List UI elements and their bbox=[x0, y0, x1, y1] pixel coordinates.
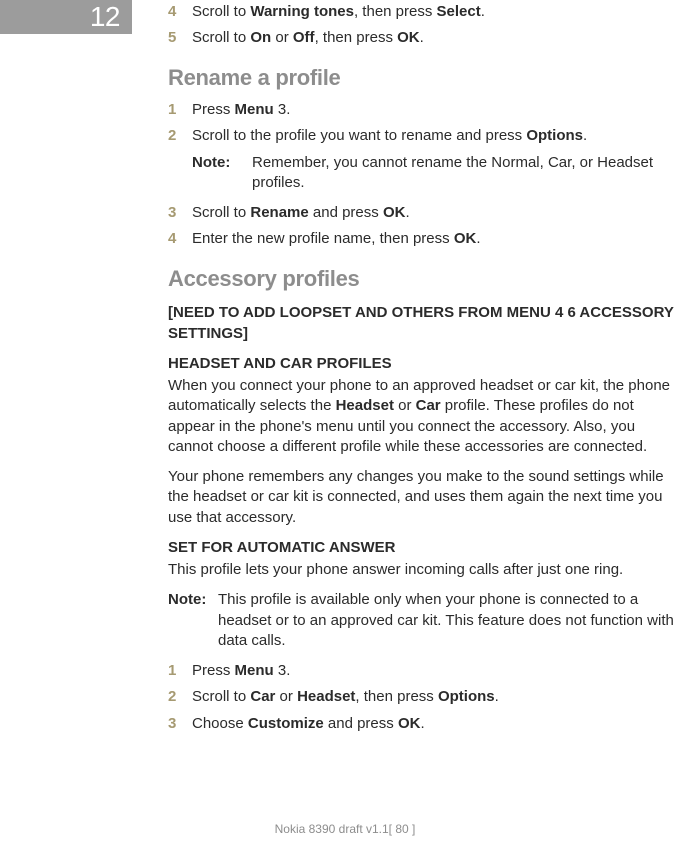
bold-text: Headset bbox=[336, 397, 394, 414]
step-text: Press Menu 3. bbox=[192, 661, 690, 681]
step-item: 4 Enter the new profile name, then press… bbox=[168, 229, 690, 249]
bold-text: Select bbox=[437, 3, 481, 20]
text: or bbox=[394, 397, 416, 414]
step-item: 2 Scroll to the profile you want to rena… bbox=[168, 126, 690, 146]
section-heading-rename: Rename a profile bbox=[168, 63, 690, 93]
step-number: 2 bbox=[168, 126, 192, 146]
text: . bbox=[495, 688, 499, 705]
bold-text: Off bbox=[293, 29, 315, 46]
bold-text: Menu bbox=[235, 662, 274, 679]
section-heading-accessory: Accessory profiles bbox=[168, 264, 690, 294]
text: or bbox=[275, 688, 297, 705]
note-label: Note: bbox=[168, 590, 218, 651]
subsection-heading-auto-answer: SET FOR AUTOMATIC ANSWER bbox=[168, 538, 690, 558]
text: Scroll to bbox=[192, 3, 250, 20]
bold-text: OK bbox=[383, 204, 406, 221]
text: Scroll to bbox=[192, 688, 250, 705]
subsection-heading-headset-car: HEADSET AND CAR PROFILES bbox=[168, 354, 690, 374]
bold-text: On bbox=[250, 29, 271, 46]
bold-text: OK bbox=[454, 230, 477, 247]
text: . bbox=[476, 230, 480, 247]
paragraph: This profile lets your phone answer inco… bbox=[168, 560, 690, 580]
bold-text: OK bbox=[398, 715, 421, 732]
text: 3. bbox=[274, 101, 291, 118]
text: Press bbox=[192, 662, 235, 679]
text: . bbox=[481, 3, 485, 20]
step-item: 3 Scroll to Rename and press OK. bbox=[168, 203, 690, 223]
bold-text: Options bbox=[438, 688, 495, 705]
text: or bbox=[271, 29, 293, 46]
text: Scroll to bbox=[192, 29, 250, 46]
paragraph: When you connect your phone to an approv… bbox=[168, 376, 690, 457]
step-number: 1 bbox=[168, 661, 192, 681]
text: Scroll to bbox=[192, 204, 250, 221]
note-label: Note: bbox=[192, 153, 252, 194]
text: Choose bbox=[192, 715, 248, 732]
text: , then press bbox=[354, 3, 437, 20]
step-text: Scroll to Warning tones, then press Sele… bbox=[192, 2, 690, 22]
bold-text: Options bbox=[526, 127, 583, 144]
step-text: Press Menu 3. bbox=[192, 100, 690, 120]
text: and press bbox=[309, 204, 383, 221]
bold-text: Rename bbox=[250, 204, 308, 221]
step-text: Choose Customize and press OK. bbox=[192, 714, 690, 734]
bold-text: Menu bbox=[235, 101, 274, 118]
paragraph: Your phone remembers any changes you mak… bbox=[168, 467, 690, 528]
step-number: 4 bbox=[168, 2, 192, 22]
text: Scroll to the profile you want to rename… bbox=[192, 127, 526, 144]
footer-text: Nokia 8390 draft v1.1[ 80 ] bbox=[275, 822, 416, 836]
todo-note: [NEED TO ADD LOOPSET AND OTHERS FROM MEN… bbox=[168, 303, 690, 344]
text: Enter the new profile name, then press bbox=[192, 230, 454, 247]
chapter-tab: 12 bbox=[0, 0, 132, 34]
step-text: Enter the new profile name, then press O… bbox=[192, 229, 690, 249]
text: . bbox=[583, 127, 587, 144]
bold-text: Headset bbox=[297, 688, 355, 705]
text: , then press bbox=[315, 29, 398, 46]
text: . bbox=[420, 715, 424, 732]
step-number: 3 bbox=[168, 203, 192, 223]
bold-text: Car bbox=[416, 397, 441, 414]
step-item: 2 Scroll to Car or Headset, then press O… bbox=[168, 687, 690, 707]
page-footer: Nokia 8390 draft v1.1[ 80 ] bbox=[0, 821, 690, 837]
note-block: Note: This profile is available only whe… bbox=[168, 590, 690, 651]
bold-text: OK bbox=[397, 29, 420, 46]
text: . bbox=[420, 29, 424, 46]
bold-text: Car bbox=[250, 688, 275, 705]
note-text: Remember, you cannot rename the Normal, … bbox=[252, 153, 690, 194]
text: . bbox=[405, 204, 409, 221]
step-item: 3 Choose Customize and press OK. bbox=[168, 714, 690, 734]
step-number: 5 bbox=[168, 28, 192, 48]
note-block: Note: Remember, you cannot rename the No… bbox=[192, 153, 690, 194]
step-text: Scroll to Car or Headset, then press Opt… bbox=[192, 687, 690, 707]
chapter-number: 12 bbox=[90, 0, 120, 36]
step-item: 4 Scroll to Warning tones, then press Se… bbox=[168, 2, 690, 22]
step-number: 4 bbox=[168, 229, 192, 249]
text: 3. bbox=[274, 662, 291, 679]
note-text: This profile is available only when your… bbox=[218, 590, 690, 651]
step-text: Scroll to Rename and press OK. bbox=[192, 203, 690, 223]
bold-text: Warning tones bbox=[250, 3, 354, 20]
step-text: Scroll to the profile you want to rename… bbox=[192, 126, 690, 146]
step-number: 3 bbox=[168, 714, 192, 734]
step-item: 5 Scroll to On or Off, then press OK. bbox=[168, 28, 690, 48]
text: , then press bbox=[355, 688, 438, 705]
step-number: 1 bbox=[168, 100, 192, 120]
step-number: 2 bbox=[168, 687, 192, 707]
text: and press bbox=[324, 715, 398, 732]
step-item: 1 Press Menu 3. bbox=[168, 661, 690, 681]
step-item: 1 Press Menu 3. bbox=[168, 100, 690, 120]
bold-text: Customize bbox=[248, 715, 324, 732]
step-text: Scroll to On or Off, then press OK. bbox=[192, 28, 690, 48]
page-content: 4 Scroll to Warning tones, then press Se… bbox=[168, 2, 690, 807]
text: Press bbox=[192, 101, 235, 118]
